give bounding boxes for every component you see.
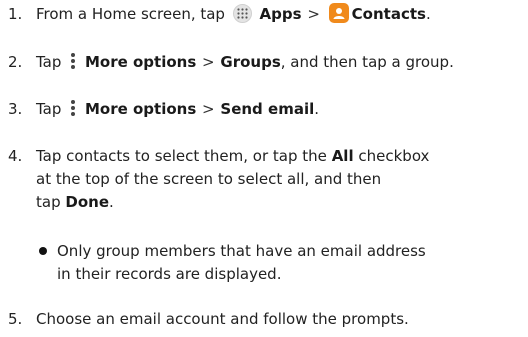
step-text: Tap More options > Send email. [36,98,319,121]
more-options-label: More options [84,100,197,118]
step-number: 3. [8,100,23,118]
apps-grid-icon [232,4,252,23]
instructions-document: 1. From a Home screen, tap Apps > Contac… [0,0,528,337]
note-line-2: in their records are displayed. [57,265,282,283]
step-post-text: , and then tap a group. [280,53,454,71]
step-line-1-post: checkbox [358,147,430,165]
bullet-icon [39,247,47,255]
send-email-label: Send email [220,100,315,118]
contacts-label: Contacts [351,5,426,23]
more-options-icon [71,100,76,116]
done-label: Done [65,193,109,211]
step-pre-text: Tap [36,53,62,71]
step-number: 1. [8,5,23,23]
contacts-app-icon [328,3,349,23]
step-post-text: . [425,5,431,23]
groups-label: Groups [220,53,281,71]
step-pre-text: From a Home screen, tap [36,5,225,23]
step-line-3-pre: tap [36,193,61,211]
separator: > [307,5,320,23]
apps-label: Apps [259,5,302,23]
step-number: 5. [8,310,23,328]
step-line-2: at the top of the screen to select all, … [36,170,382,188]
step-line-1-pre: Tap contacts to select them, or tap the [36,147,327,165]
step-pre-text: Tap [36,100,62,118]
more-options-label: More options [84,53,197,71]
step-text: Choose an email account and follow the p… [36,310,409,328]
step-text: Tap contacts to select them, or tap the … [36,145,429,214]
step-number: 2. [8,53,23,71]
step-post-text: . [314,100,320,118]
more-options-icon [71,53,76,69]
step-number: 4. [8,147,23,165]
step-text: From a Home screen, tap Apps > Contacts. [36,3,431,26]
step-line-3: tap Done. [36,191,429,214]
separator: > [202,100,215,118]
note-text: Only group members that have an email ad… [57,240,426,286]
step-text: Tap More options > Groups, and then tap … [36,51,454,74]
note-line-1: Only group members that have an email ad… [57,242,426,260]
step-line-3-post: . [109,193,114,211]
separator: > [202,53,215,71]
all-label: All [331,147,354,165]
step-line-1: Tap contacts to select them, or tap the … [36,145,429,168]
